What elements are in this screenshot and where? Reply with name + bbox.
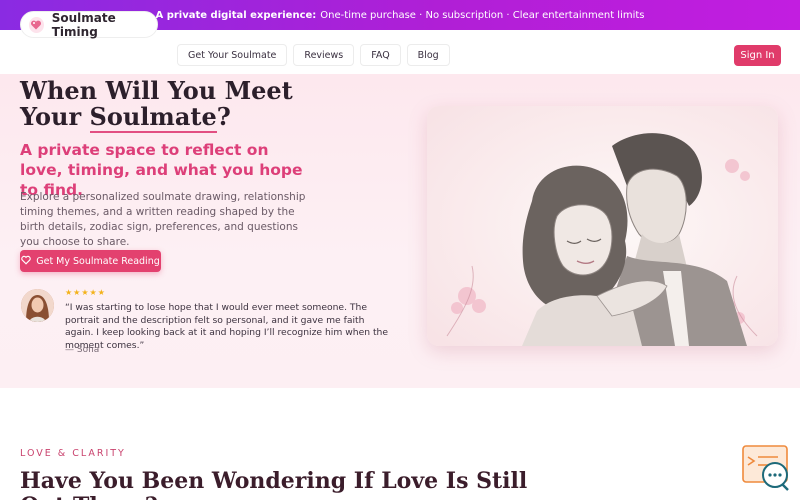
hero-title-line1: When Will You Meet <box>20 76 293 105</box>
hero-description: Explore a personalized soulmate drawing,… <box>20 191 306 248</box>
cta-label: Get My Soulmate Reading <box>36 255 160 267</box>
testimonial-quote: “I was starting to lose hope that I woul… <box>65 302 389 351</box>
heart-logo-icon <box>29 16 44 33</box>
announcement-bold: A private digital experience: <box>155 9 317 21</box>
sign-in-button[interactable]: Sign In <box>734 45 781 66</box>
rating-stars: ★★★★★ <box>65 288 106 297</box>
nav-blog[interactable]: Blog <box>406 44 450 66</box>
reviewer-avatar <box>21 289 54 322</box>
section-title-line2: Out There? <box>20 491 158 500</box>
hero-title: When Will You Meet Your Soulmate? <box>20 76 320 133</box>
brand-logo-link[interactable]: Soulmate Timing <box>20 10 158 39</box>
heart-outline-icon <box>21 255 31 268</box>
nav-faq[interactable]: FAQ <box>360 44 401 66</box>
testimonial-author: — Sofia <box>65 345 100 355</box>
chat-widget-icon[interactable] <box>742 445 790 491</box>
hero-title-line2-prefix: Your <box>20 102 90 131</box>
nav-links: Get Your Soulmate Reviews FAQ Blog <box>177 44 450 66</box>
hero-title-question: ? <box>216 102 231 131</box>
nav-reviews[interactable]: Reviews <box>293 44 355 66</box>
section-eyebrow: LOVE & CLARITY <box>20 448 126 459</box>
nav-get-your-soulmate[interactable]: Get Your Soulmate <box>177 44 288 66</box>
brand-name: Soulmate Timing <box>51 10 116 39</box>
couple-sketch-illustration <box>427 106 778 346</box>
announcement-text: One-time purchase · No subscription · Cl… <box>320 9 645 21</box>
hero-title-underlined: Soulmate <box>89 102 217 133</box>
get-soulmate-reading-button[interactable]: Get My Soulmate Reading <box>20 250 161 272</box>
